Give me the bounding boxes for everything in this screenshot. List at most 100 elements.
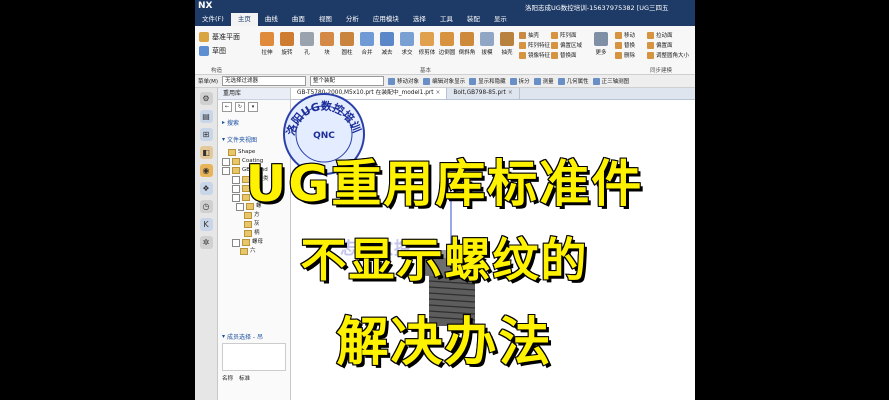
datum-plane-icon [199,32,209,42]
revolve-button[interactable]: 旋转 [277,30,297,64]
offset-face-button[interactable]: 偏置面 [647,40,689,50]
menu-display[interactable]: 显示 [487,13,514,26]
menu-analysis[interactable]: 分析 [339,13,366,26]
menu-select[interactable]: 选择 [406,13,433,26]
datum-plane-button[interactable]: 基准平面 [199,30,240,44]
subtract-icon [380,32,394,46]
member-columns: 名称 标准 [222,374,250,382]
measure-button[interactable]: 测量 [533,77,554,85]
edge-blend-button[interactable]: 边倒圆 [437,30,457,64]
extrude-button[interactable]: 拉伸 [257,30,277,64]
col-name[interactable]: 名称 [222,374,233,382]
trim-body-button[interactable]: 修剪体 [417,30,437,64]
menu-file[interactable]: 文件(F) [195,13,231,26]
pattern-face-icon [551,31,558,39]
trimetric-view-icon [592,77,600,85]
show-hide-button[interactable]: 显示和隐藏 [469,77,506,85]
edge-blend-icon [440,32,454,46]
split-icon [509,77,517,85]
overlay-title-line2: 不显示螺纹的 [300,232,589,288]
pattern-feature-icon [519,41,526,49]
offset-region-button[interactable]: 偏置区域 [551,40,582,50]
pull-face-icon [647,31,654,39]
intersect-button[interactable]: 求交 [397,30,417,64]
feature-ops-col1: 抽壳 阵列特征 镜像特征 [519,30,550,60]
chamfer-icon [460,32,474,46]
close-icon[interactable]: × [436,88,441,99]
cylinder-icon [340,32,354,46]
move-object-icon [388,77,396,85]
pull-face-button[interactable]: 拉动面 [647,30,689,40]
unite-button[interactable]: 合并 [357,30,377,64]
geometry-properties-button[interactable]: 几何属性 [557,77,589,85]
replace-button[interactable]: 替换 [615,40,635,50]
overlay-title-line3: 解决办法 [335,312,553,374]
offset-region-icon [551,41,558,49]
shell-button[interactable]: 抽壳 [497,30,517,64]
replace-face-button[interactable]: 替换面 [551,50,582,60]
menu-tools[interactable]: 工具 [433,13,460,26]
menu-assembly[interactable]: 装配 [460,13,487,26]
close-icon[interactable]: × [508,88,513,99]
move-face-button[interactable]: 移动 [615,30,635,40]
split-button[interactable]: 拆分 [509,77,530,85]
offset-face-icon [647,41,654,49]
trim-body-icon [420,32,434,46]
shell-small-button[interactable]: 抽壳 [519,30,550,40]
constraint-icon[interactable]: ⊞ [199,128,213,141]
menu-view[interactable]: 视图 [312,13,339,26]
menu-curve[interactable]: 曲线 [258,13,285,26]
shell-icon [500,32,514,46]
hole-icon [300,32,314,46]
col-standard[interactable]: 标准 [239,374,250,382]
more-icon [594,32,608,46]
window-title: 洛阳志成UG数控培训-15637975382 [UG三四五 [525,4,669,12]
menu-home[interactable]: 主页 [230,13,258,26]
hole-button[interactable]: 孔 [297,30,317,64]
more-button[interactable]: 更多 [591,30,611,64]
nx-logo: NX [198,1,213,11]
move-face-icon [615,31,622,39]
assembly-nav-icon[interactable]: ▤ [199,110,213,123]
expand-icon[interactable]: ▾ [248,102,258,112]
mirror-feature-icon [519,51,526,59]
trimetric-view-button[interactable]: 正三轴测图 [592,77,629,85]
menu-dropdown[interactable]: 菜单(M) [198,77,218,85]
cylinder-button[interactable]: 圆柱 [337,30,357,64]
geometry-properties-icon [557,77,565,85]
search-section[interactable]: ▸ 搜索 [218,114,290,131]
reuse-toolbar: ← ↻ ▾ [218,100,290,114]
assembly-select[interactable]: 整个装配 [310,76,385,86]
delete-face-button[interactable]: 删除 [615,50,635,60]
block-button[interactable]: 块 [317,30,337,64]
group-label-construct: 构造 [211,68,223,74]
filter-select[interactable]: 无选择过滤器 [222,76,307,86]
draft-button[interactable]: 拔模 [477,30,497,64]
mirror-feature-button[interactable]: 镜像特征 [519,50,550,60]
subtract-button[interactable]: 减去 [377,30,397,64]
sketch-button[interactable]: 草图 [199,44,240,58]
resize-blend-button[interactable]: 调整圆角大小 [647,50,689,60]
selection-toolbar: 菜单(M) 无选择过滤器 整个装配 移动对象 编辑对象显示 显示和隐藏 拆分 测… [195,75,695,88]
draft-icon [480,32,494,46]
back-icon[interactable]: ← [222,102,232,112]
refresh-icon[interactable]: ↻ [235,102,245,112]
move-object-button[interactable]: 移动对象 [388,77,419,85]
menu-applications[interactable]: 应用模块 [366,13,406,26]
feature-ops-col2: 阵列面 偏置区域 替换面 [551,30,582,60]
pattern-feature-button[interactable]: 阵列特征 [519,40,550,50]
shell-small-icon [519,31,526,39]
tab-bolt-gb798[interactable]: Bolt,GB798-85.prt × [447,88,520,99]
chamfer-button[interactable]: 倒斜角 [457,30,477,64]
menu-surface[interactable]: 曲面 [285,13,312,26]
gear-icon[interactable]: ⚙ [199,92,213,105]
delete-face-icon [615,51,622,59]
block-icon [320,32,334,46]
pattern-face-button[interactable]: 阵列面 [551,30,582,40]
ribbon: 基准平面 草图 构造 拉伸 旋转 孔 块 圆柱 合并 减去 求交 修剪体 边倒圆… [195,26,695,75]
resize-blend-icon [647,51,654,59]
show-hide-icon [469,77,477,85]
edit-display-button[interactable]: 编辑对象显示 [423,77,465,85]
unite-icon [360,32,374,46]
replace-icon [615,41,622,49]
